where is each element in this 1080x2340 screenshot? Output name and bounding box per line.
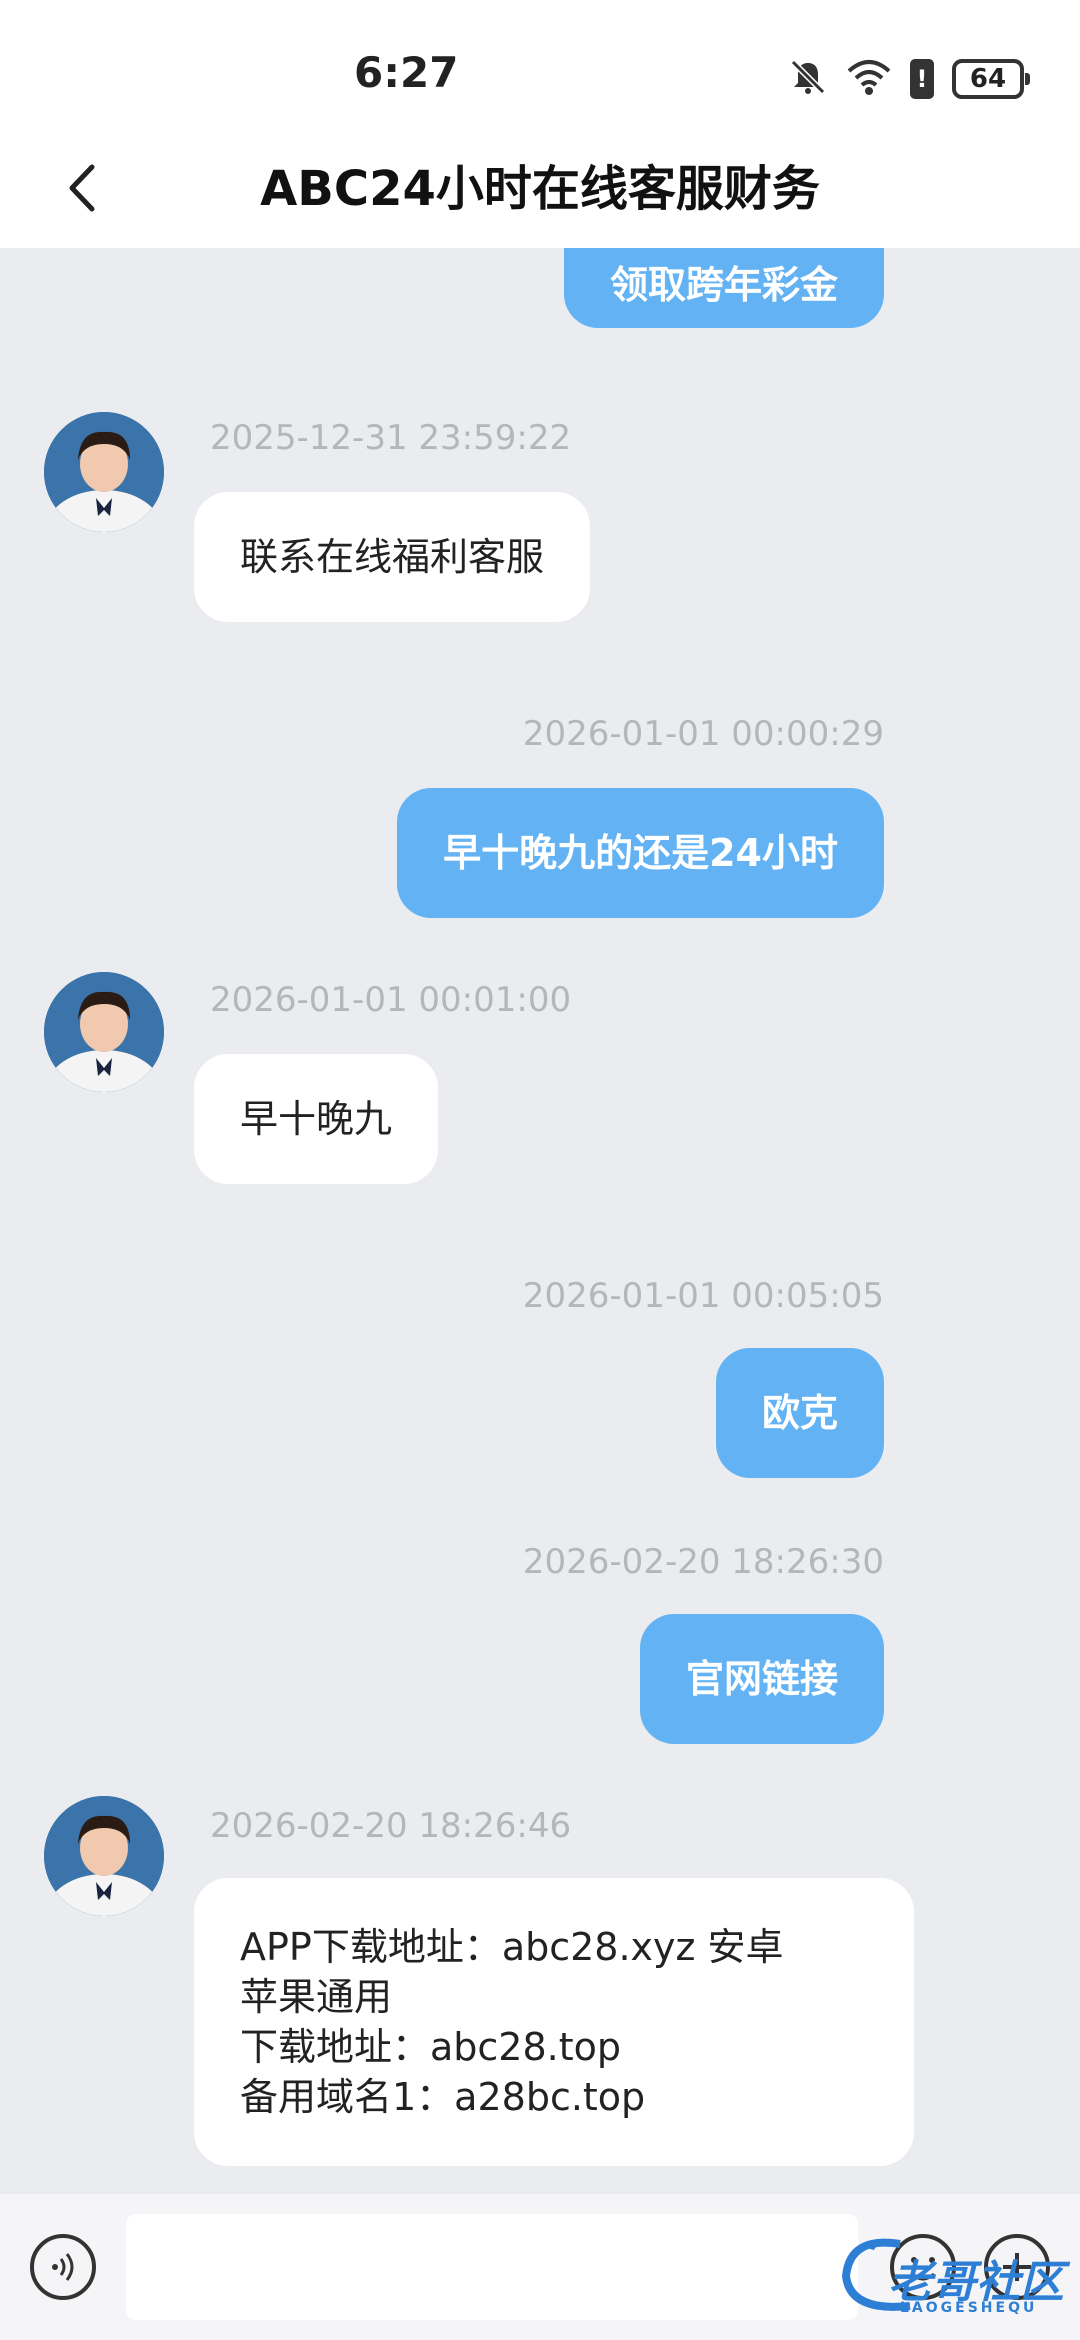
status-time: 6:27 [354,48,459,97]
message-line: 下载地址：abc28.top [240,2025,622,2069]
battery-icon: 64 [952,59,1030,99]
voice-button[interactable] [30,2234,96,2300]
avatar[interactable] [44,1796,164,1916]
message-input[interactable] [126,2214,858,2320]
message-bubble-incoming[interactable]: APP下载地址：abc28.xyz 安卓 苹果通用 下载地址：abc28.top… [194,1878,914,2166]
message-timestamp: 2026-01-01 00:01:00 [210,980,572,1020]
message-timestamp: 2025-12-31 23:59:22 [210,418,572,458]
wifi-icon [846,57,892,101]
bell-muted-icon [788,57,828,101]
chat-header: ABC24小时在线客服财务 [0,140,1080,248]
message-bubble-outgoing[interactable]: 欧克 [715,1348,884,1478]
back-button[interactable] [54,150,110,226]
status-icons: ! 64 [788,56,1030,102]
watermark-subtext: LAOGESHEQU [900,2300,1038,2316]
voice-icon [52,2253,74,2281]
chevron-left-icon [69,164,95,212]
message-bubble-outgoing[interactable]: 早十晚九的还是24小时 [397,788,884,918]
agent-avatar-image [44,1796,164,1916]
message-timestamp: 2026-02-20 18:26:30 [522,1542,884,1582]
message-line: 备用域名1：a28bc.top [240,2075,646,2119]
message-line: APP下载地址：abc28.xyz 安卓 [240,1925,784,1969]
watermark-logo: 老哥社区 LAOGESHEQU [840,2236,1070,2326]
input-bar: 老哥社区 LAOGESHEQU [0,2194,1080,2340]
message-bubble-incoming[interactable]: 早十晚九 [194,1054,439,1184]
chat-title: ABC24小时在线客服财务 [260,161,820,217]
message-timestamp: 2026-02-20 18:26:46 [210,1806,572,1846]
message-timestamp: 2026-01-01 00:00:29 [522,714,884,754]
battery-level: 64 [969,64,1007,94]
avatar[interactable] [44,412,164,532]
message-bubble-outgoing[interactable]: 官网链接 [639,1614,884,1744]
agent-avatar-image [44,412,164,532]
message-timestamp: 2026-01-01 00:05:05 [522,1276,884,1316]
status-bar: 6:27 ! 64 [0,0,1080,140]
battery-alert-icon: ! [910,59,934,99]
message-list[interactable]: 领取跨年彩金 2025-12-31 23:59:22 联系在线福利客服 2026… [0,248,1080,2188]
message-bubble-outgoing[interactable]: 领取跨年彩金 [563,248,884,328]
agent-avatar-image [44,972,164,1092]
message-line: 苹果通用 [240,1975,393,2019]
avatar[interactable] [44,972,164,1092]
message-bubble-incoming[interactable]: 联系在线福利客服 [194,492,591,622]
